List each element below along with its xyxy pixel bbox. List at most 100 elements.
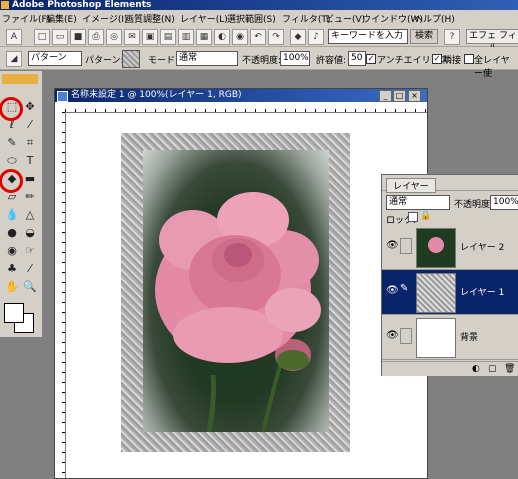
rose-thumb-mark [428,237,444,253]
open-file-icon[interactable]: ▭ [52,29,68,45]
antialias-checkbox[interactable]: ✓ [366,54,376,64]
hand-tool-icon[interactable]: ✋ [4,279,20,295]
pattern-label: パターン: [85,56,124,66]
image-icon[interactable]: ▣ [142,29,158,45]
close-icon[interactable]: × [408,90,421,102]
save-icon[interactable]: ■ [70,29,86,45]
horizontal-ruler [65,102,427,113]
app-logo-icon [1,1,9,9]
app-icon: A [6,29,22,45]
layer-name: レイヤー 2 [460,243,505,253]
document-title: 名称未設定 1 @ 100%(レイヤー 1, RGB) [71,90,242,100]
new-layer-icon[interactable]: ▢ [488,364,497,374]
minimize-icon[interactable]: _ [379,90,392,102]
panorama-icon[interactable]: ▦ [196,29,212,45]
highlight-circle-marquee [0,97,23,121]
menu-layer[interactable]: レイヤー(L) [180,12,228,25]
pattern-swatch[interactable] [122,50,140,68]
vertical-ruler [55,112,66,478]
delete-layer-icon[interactable]: 🗑 [504,364,515,374]
magic-wand-tool-icon[interactable]: ⁄ [22,117,38,133]
help-icon[interactable]: ? [444,29,460,45]
menu-enhance[interactable]: 画質調整(N) [125,12,175,25]
effects-filters-tab[interactable]: エフェ フィル [466,29,518,54]
link-box[interactable] [400,238,412,254]
menu-select[interactable]: 選択範囲(S) [227,12,276,25]
smudge-tool-icon[interactable]: ☞ [22,243,38,259]
layer-row[interactable]: 👁 背景 [382,315,518,360]
all-layers-checkbox[interactable] [464,54,474,64]
maximize-icon[interactable]: □ [393,90,406,102]
shape-tool-icon[interactable]: ⬭ [4,153,20,169]
brush-selection-tool-icon[interactable]: ✎ [4,135,20,151]
menu-image[interactable]: イメージ(I) [82,12,128,25]
photo-icon[interactable]: ▤ [160,29,176,45]
print-icon[interactable]: ⎙ [88,29,104,45]
move-tool-icon[interactable]: ✥ [22,99,38,115]
redo-icon[interactable]: ↷ [268,29,284,45]
menu-file[interactable]: ファイル(F) [2,12,50,25]
menu-edit[interactable]: 編集(E) [46,12,77,25]
menu-filter[interactable]: フィルタ(T) [282,12,330,25]
clone-stamp-tool-icon[interactable]: ♣ [4,261,20,277]
mic-icon[interactable]: ♪ [308,29,324,45]
layers-tab[interactable]: レイヤー [386,178,436,193]
layer-row[interactable]: 👁 レイヤー 2 [382,225,518,270]
search-input[interactable]: キーワードを入力 [328,29,408,44]
redeye-icon[interactable]: ◉ [232,29,248,45]
lock-icon: 🔒 [420,211,432,221]
link-box[interactable] [400,328,412,344]
red-eye-tool-icon[interactable]: ◉ [4,243,20,259]
zoom-tool-icon[interactable]: 🔍 [22,279,38,295]
mode-select[interactable]: 通常 [176,51,238,66]
layers-palette-header: レイヤー [382,175,518,193]
layer-row-selected[interactable]: 👁 ✎ レイヤー 1 [382,270,518,315]
pencil-tool-icon[interactable]: ✏ [22,189,38,205]
contiguous-checkbox[interactable]: ✓ [432,54,442,64]
step-icon[interactable]: ◆ [290,29,306,45]
sponge-tool-icon[interactable]: ● [4,225,20,241]
color-icon[interactable]: ◐ [214,29,230,45]
adjustment-layer-icon[interactable]: ◐ [472,364,480,374]
undo-icon[interactable]: ↶ [250,29,266,45]
lock-transparency-checkbox[interactable] [408,212,418,222]
tolerance-input[interactable]: 50 [348,51,366,66]
sharpen-tool-icon[interactable]: △ [22,207,38,223]
type-tool-icon[interactable]: T [22,153,38,169]
search-button[interactable]: 検索 [410,29,438,44]
layer-blend-mode-select[interactable]: 通常 [386,195,450,210]
layer-thumbnail [416,228,456,268]
visibility-eye-icon[interactable]: 👁 [386,285,399,296]
tolerance-label: 許容値: [316,56,347,66]
layer-opacity-input[interactable]: 100% [490,195,518,210]
opacity-label: 不透明度: [242,56,282,66]
fill-select[interactable]: パターン [28,51,82,66]
web-icon[interactable]: ◎ [106,29,122,45]
visibility-eye-icon[interactable]: 👁 [386,330,399,341]
layer-thumbnail [416,273,456,313]
document-icon [57,91,68,102]
menu-view[interactable]: ビュー(V) [325,12,365,25]
eyedropper-tool-icon[interactable]: ⁄ [22,261,38,277]
layer-thumbnail [416,318,456,358]
opacity-input[interactable]: 100% [280,51,310,66]
visibility-eye-icon[interactable]: 👁 [386,240,399,251]
options-bar: ◢ パターン パターン: モード: 通常 不透明度: 100% 許容値: 50 … [0,47,518,79]
brush-icon: ✎ [400,283,409,294]
toolbox-header [2,74,38,84]
blur-tool-icon[interactable]: 💧 [4,207,20,223]
rose-photo [143,150,329,433]
print-preview-icon[interactable]: ▥ [178,29,194,45]
app-title: Adobe Photoshop Elements [12,0,152,10]
menu-help[interactable]: ヘルプ(H) [414,12,455,25]
all-layers-label: 全レイヤー使 [474,56,510,79]
new-file-icon[interactable]: □ [34,29,50,45]
mail-icon[interactable]: ✉ [124,29,140,45]
gradient-tool-icon[interactable]: ▬ [22,171,38,187]
burn-tool-icon[interactable]: ◒ [22,225,38,241]
layer-opacity-label: 不透明度: [454,200,494,210]
layers-palette: レイヤー 通常 不透明度: 100% ロック: 🔒 👁 レイヤー 2 👁 ✎ レ… [381,174,518,376]
foreground-color-swatch[interactable] [4,303,24,323]
app-title-bar: Adobe Photoshop Elements [0,0,518,10]
crop-tool-icon[interactable]: ⌗ [22,135,38,151]
